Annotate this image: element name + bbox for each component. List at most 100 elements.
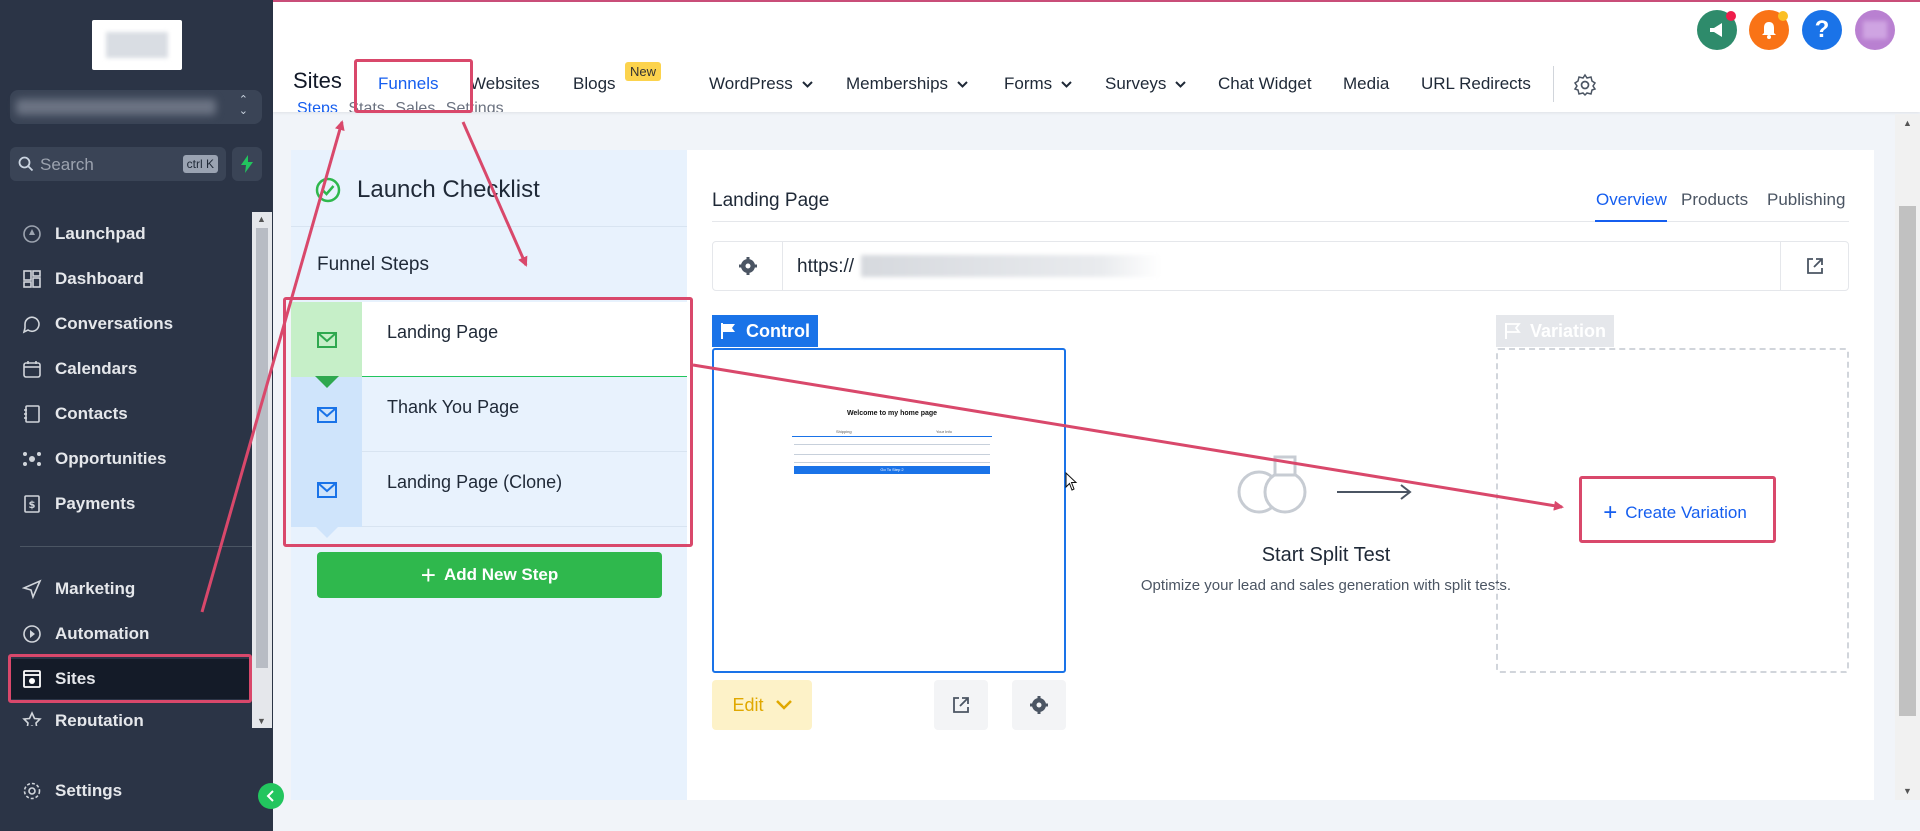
tab-memberships[interactable]: Memberships — [846, 74, 968, 94]
sidebar-item-payments[interactable]: $ Payments — [0, 484, 252, 524]
step-url[interactable]: https:// — [797, 256, 854, 278]
sidebar-item-label: Marketing — [55, 579, 136, 598]
gear-icon[interactable] — [1573, 73, 1597, 97]
add-new-step-button[interactable]: + Add New Step — [317, 552, 662, 598]
help-button[interactable]: ? — [1802, 10, 1842, 50]
tab-products[interactable]: Products — [1681, 190, 1748, 210]
company-logo[interactable] — [92, 20, 182, 70]
funnel-step-landing-page-clone[interactable]: Landing Page (Clone) — [291, 452, 687, 538]
tab-media[interactable]: Media — [1343, 74, 1389, 94]
tab-blogs[interactable]: Blogs — [573, 74, 616, 94]
search-icon — [18, 156, 34, 172]
scroll-down-icon[interactable]: ▼ — [1903, 786, 1912, 796]
page-settings-button[interactable] — [1012, 680, 1066, 730]
sidebar-item-settings[interactable]: Settings — [0, 771, 252, 811]
sidebar-item-conversations[interactable]: Conversations — [0, 304, 252, 344]
active-tab-indicator — [1595, 220, 1667, 222]
rocket-icon — [23, 225, 41, 243]
sidebar-item-calendars[interactable]: Calendars — [0, 349, 252, 389]
sidebar-item-label: Payments — [55, 494, 136, 513]
gear-icon — [23, 782, 41, 800]
search-input[interactable]: Search ctrl K — [10, 147, 226, 181]
collapse-sidebar-button[interactable] — [258, 783, 284, 809]
tab-forms[interactable]: Forms — [1004, 74, 1072, 94]
sidebar-item-contacts[interactable]: Contacts — [0, 394, 252, 434]
step-pointer — [315, 526, 339, 538]
tab-label: WordPress — [709, 74, 793, 93]
open-url-button[interactable] — [1780, 242, 1848, 290]
subtab-sales[interactable]: Sales — [395, 100, 435, 112]
tab-overview[interactable]: Overview — [1596, 190, 1667, 210]
subtab-stats[interactable]: Stats — [348, 100, 384, 112]
scroll-down-icon[interactable]: ▼ — [257, 716, 266, 726]
funnel-editor: Launch Checklist Funnel Steps Landing Pa… — [291, 150, 1874, 800]
variation-label: Variation — [1530, 320, 1607, 341]
tab-surveys[interactable]: Surveys — [1105, 74, 1187, 94]
mail-icon — [316, 331, 337, 348]
contacts-icon — [24, 405, 40, 423]
chevron-down-icon — [802, 80, 813, 88]
avatar[interactable] — [1855, 10, 1895, 50]
chevron-left-icon — [266, 790, 274, 802]
megaphone-icon — [1710, 23, 1722, 37]
sites-icon — [23, 670, 41, 688]
launch-checklist[interactable]: Launch Checklist — [315, 176, 540, 204]
subtab-settings[interactable]: Settings — [446, 100, 504, 112]
preview-open-button[interactable] — [934, 680, 988, 730]
notifications-button[interactable] — [1749, 10, 1789, 50]
control-preview-card[interactable]: Welcome to my home page Shipping Your In… — [712, 348, 1066, 673]
lightning-icon — [241, 155, 253, 173]
thumbnail-button: Go To Step 2 — [794, 466, 990, 474]
checklist-title: Launch Checklist — [357, 176, 540, 203]
sidebar-item-label: Reputation — [55, 711, 144, 726]
flag-outline-icon — [1505, 323, 1521, 339]
scrollbar-thumb[interactable] — [256, 228, 268, 668]
announcements-button[interactable] — [1697, 10, 1737, 50]
create-variation-button[interactable]: + Create Variation — [1580, 483, 1770, 543]
main-scrollbar[interactable]: ▲ ▼ — [1895, 114, 1920, 800]
sidebar-item-dashboard[interactable]: Dashboard — [0, 259, 252, 299]
tab-websites[interactable]: Websites — [470, 74, 540, 94]
chat-icon — [22, 316, 40, 334]
quick-action-button[interactable] — [232, 147, 262, 181]
step-label: Landing Page — [387, 322, 499, 342]
help-icon: ? — [1814, 16, 1830, 43]
star-icon — [22, 711, 42, 726]
sidebar-item-launchpad[interactable]: Launchpad — [0, 214, 252, 254]
tabs-divider — [712, 221, 1849, 222]
url-settings-button[interactable] — [713, 242, 783, 290]
tab-url-redirects[interactable]: URL Redirects — [1421, 74, 1531, 94]
scroll-up-icon[interactable]: ▲ — [1903, 118, 1912, 128]
sidebar-divider — [20, 546, 252, 547]
chevron-down-icon — [957, 80, 968, 88]
flag-icon — [721, 323, 735, 339]
scrollbar-thumb[interactable] — [1899, 206, 1916, 716]
subtab-steps[interactable]: Steps — [297, 100, 338, 112]
search-placeholder: Search — [40, 155, 94, 174]
sidebar-item-marketing[interactable]: Marketing — [0, 569, 252, 609]
url-redacted — [861, 255, 1161, 277]
plus-icon: + — [1603, 499, 1618, 526]
sidebar-scrollbar[interactable]: ▲ ▼ — [252, 212, 272, 728]
tab-chat-widget[interactable]: Chat Widget — [1218, 74, 1312, 94]
top-header: Sites Funnels Websites Blogs New WordPre… — [273, 0, 1920, 112]
step-detail-panel: Landing Page Overview Products Publishin… — [687, 150, 1874, 800]
tab-funnels[interactable]: Funnels — [378, 74, 438, 94]
funnel-step-landing-page[interactable]: Landing Page — [291, 302, 687, 388]
avatar-blur — [1863, 21, 1887, 39]
thumbnail-col-2: Your Info — [936, 429, 952, 434]
sidebar-item-label: Settings — [55, 781, 123, 800]
tab-wordpress[interactable]: WordPress — [709, 74, 813, 94]
edit-button[interactable]: Edit — [712, 680, 812, 730]
account-switcher[interactable]: ⌃ ⌄ — [10, 90, 262, 124]
funnel-step-thank-you-page[interactable]: Thank You Page — [291, 377, 687, 463]
tab-publishing[interactable]: Publishing — [1767, 190, 1845, 210]
sidebar-item-reputation[interactable]: Reputation — [0, 704, 252, 726]
sidebar-item-opportunities[interactable]: Opportunities — [0, 439, 252, 479]
sidebar-item-label: Opportunities — [55, 449, 167, 468]
sidebar-item-sites[interactable]: Sites — [8, 659, 252, 699]
sidebar-item-automation[interactable]: Automation — [0, 614, 252, 654]
scroll-up-icon[interactable]: ▲ — [257, 214, 266, 224]
thumbnail-col-1: Shipping — [836, 429, 852, 434]
external-link-icon — [1806, 258, 1823, 274]
